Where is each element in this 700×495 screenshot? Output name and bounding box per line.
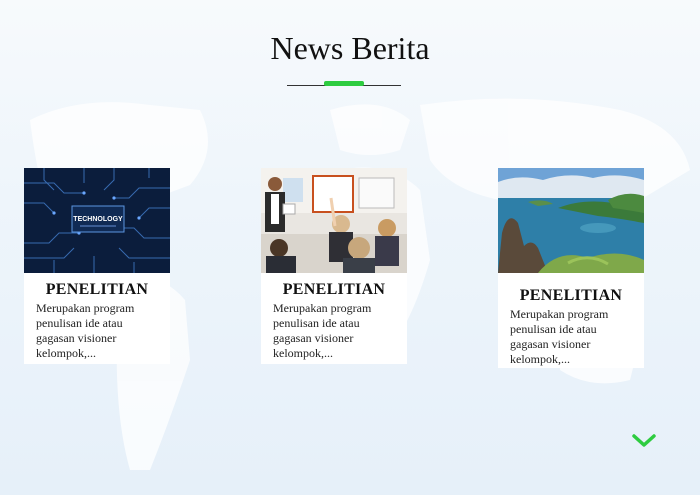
news-card[interactable]: PENELITIAN Merupakan program penulisan i… xyxy=(261,168,407,364)
card-description: Merupakan program penulisan ide atau gag… xyxy=(273,301,372,360)
technology-image-text: TECHNOLOGY xyxy=(73,216,123,223)
island-landscape-image[interactable] xyxy=(498,168,644,273)
classroom-image[interactable] xyxy=(261,168,407,273)
news-card[interactable]: PENELITIAN Merupakan program penulisan i… xyxy=(498,168,644,368)
card-label[interactable]: PENELITIAN xyxy=(498,287,644,305)
card-label[interactable]: PENELITIAN xyxy=(261,281,407,299)
page-title: News Berita xyxy=(270,30,430,66)
chevron-down-icon[interactable] xyxy=(631,433,657,449)
technology-circuit-image[interactable]: TECHNOLOGY xyxy=(24,168,170,273)
card-description: Merupakan program penulisan ide atau gag… xyxy=(36,301,135,360)
title-accent-bar xyxy=(324,81,364,86)
card-label[interactable]: PENELITIAN xyxy=(24,281,170,299)
news-card[interactable]: TECHNOLOGY PENELITIAN Merupakan program … xyxy=(24,168,170,364)
card-description: Merupakan program penulisan ide atau gag… xyxy=(510,307,609,366)
